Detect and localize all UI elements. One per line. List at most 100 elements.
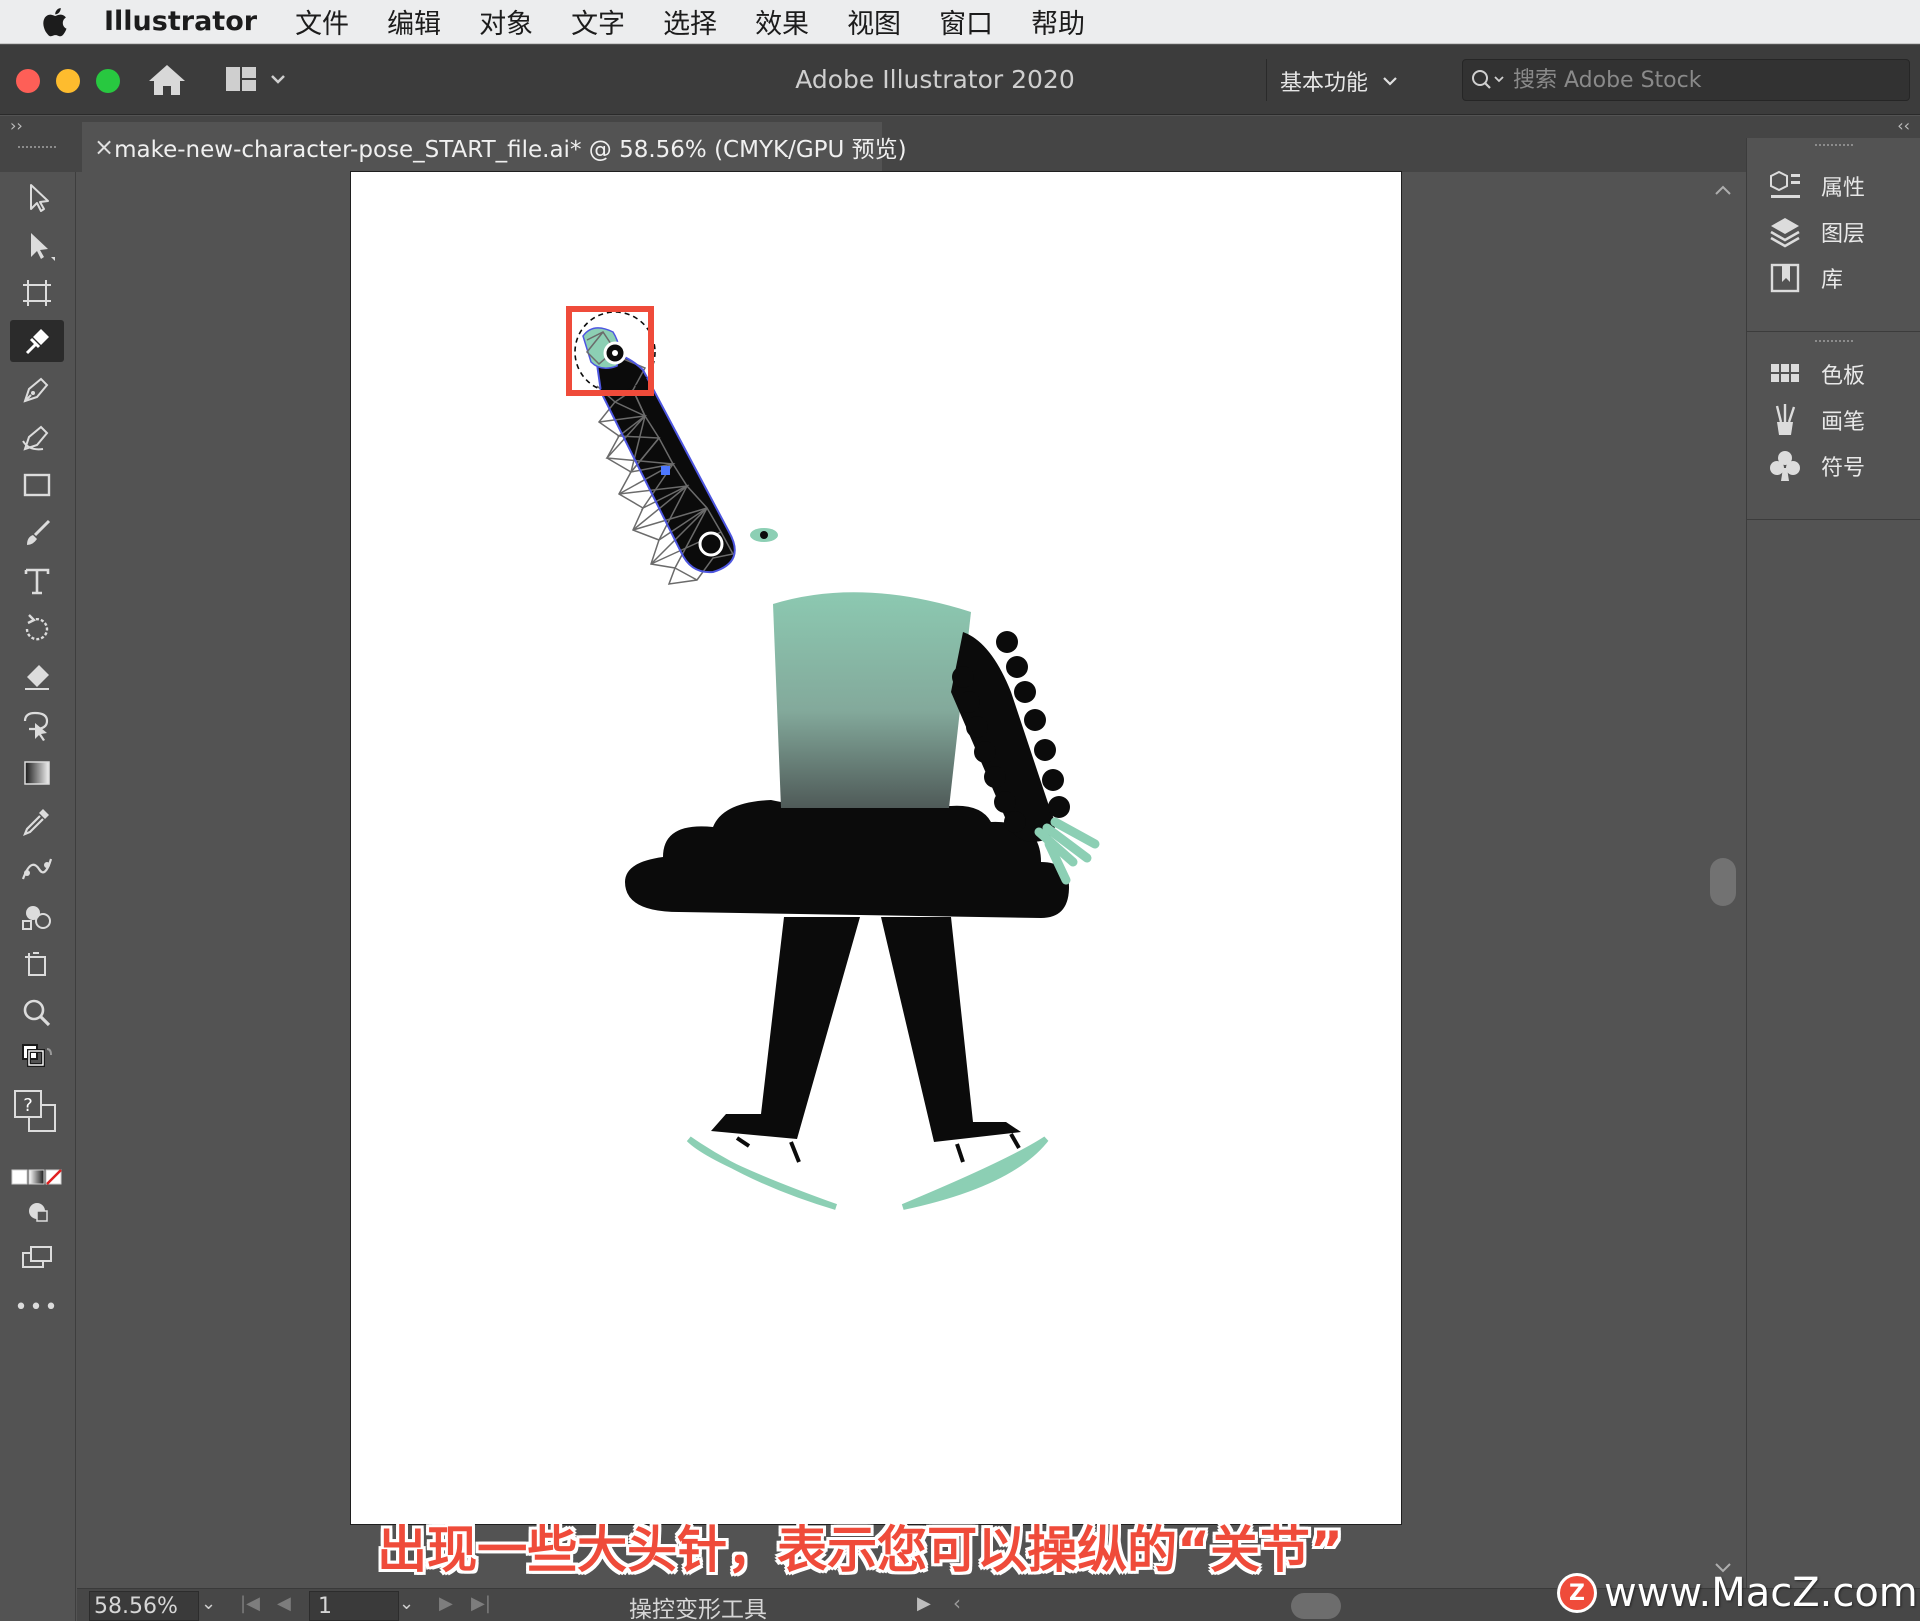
menu-select[interactable]: 选择 (663, 2, 717, 41)
previous-artboard-icon[interactable]: ◀ (277, 1593, 291, 1614)
pin-shoulder[interactable] (698, 531, 724, 557)
left-skate-blade (686, 1136, 838, 1210)
toolbar-grip[interactable] (18, 146, 56, 152)
home-icon[interactable] (145, 61, 189, 99)
document-tab[interactable]: × make-new-character-pose_START_file.ai*… (82, 122, 907, 172)
zoom-tool-icon[interactable] (10, 992, 64, 1034)
swatches-label: 色板 (1821, 364, 1866, 389)
swatches-panel-button[interactable]: 色板 (1767, 352, 1917, 396)
toolbar-collapse-button[interactable]: ›› (10, 116, 23, 135)
zoom-level-field[interactable]: 58.56% (89, 1591, 199, 1621)
layers-icon (1770, 218, 1800, 248)
window-title: Adobe Illustrator 2020 (795, 65, 1075, 94)
anchor-point[interactable] (661, 466, 670, 475)
workspace-label: 基本功能 (1280, 71, 1369, 96)
shape-builder-tool-icon[interactable] (10, 896, 64, 938)
layers-panel-button[interactable]: 图层 (1767, 210, 1917, 254)
menu-help[interactable]: 帮助 (1031, 2, 1085, 41)
libraries-label: 库 (1821, 268, 1844, 293)
scroll-up-icon[interactable] (1714, 184, 1732, 196)
next-artboard-icon[interactable]: ▶ (439, 1593, 453, 1614)
apple-icon[interactable] (36, 4, 72, 40)
tab-close-icon[interactable]: × (94, 133, 114, 161)
document-tab-title: make-new-character-pose_START_file.ai* @… (114, 137, 907, 163)
chevron-down-icon (1383, 77, 1397, 86)
fill-stroke-swap-icon[interactable] (10, 1038, 64, 1080)
menu-type[interactable]: 文字 (571, 2, 625, 41)
zoom-dropdown-chevron-icon[interactable]: ⌄ (201, 1593, 216, 1614)
swatches-icon (1771, 364, 1799, 382)
panel-group-grip[interactable] (1815, 340, 1853, 346)
watermark: Z www.MacZ.com (1560, 1570, 1918, 1616)
symbols-panel-button[interactable]: 符号 (1767, 444, 1917, 488)
eraser-tool-icon[interactable] (10, 656, 64, 698)
properties-panel-button[interactable]: 属性 (1767, 164, 1917, 208)
watermark-logo-icon: Z (1560, 1576, 1594, 1610)
brushes-label: 画笔 (1821, 410, 1866, 435)
artboard-tool-icon[interactable] (10, 272, 64, 314)
eyedropper-tool-icon[interactable] (10, 800, 64, 842)
menu-view[interactable]: 视图 (847, 2, 901, 41)
close-window-button[interactable] (16, 69, 40, 93)
menu-window[interactable]: 窗口 (939, 2, 993, 41)
artboard-dropdown-chevron-icon[interactable]: ⌄ (399, 1593, 414, 1614)
stock-search-input[interactable] (1507, 67, 1909, 93)
artboard-crop-tool-icon[interactable] (10, 944, 64, 986)
current-tool-name[interactable]: 操控变形工具 (629, 1590, 767, 1621)
brushes-panel-button[interactable]: 画笔 (1767, 398, 1917, 442)
unknown-fill-label: ? (23, 1095, 33, 1116)
paintbrush-tool-icon[interactable] (10, 512, 64, 554)
menu-edit[interactable]: 编辑 (387, 2, 441, 41)
app-titlebar: Adobe Illustrator 2020 基本功能 (0, 45, 1920, 115)
gradient-tool-icon[interactable] (10, 752, 64, 794)
zoom-window-button[interactable] (96, 69, 120, 93)
vertical-scrollbar[interactable] (1702, 172, 1744, 1588)
draw-mode-icon[interactable] (10, 1190, 64, 1232)
screen-mode-icon[interactable] (10, 1236, 64, 1278)
rotate-tool-icon[interactable] (10, 608, 64, 650)
artboard-number-field[interactable]: 1 (309, 1591, 399, 1621)
direct-selection-tool-icon[interactable] (10, 224, 64, 266)
more-tools-icon[interactable]: ••• (10, 1286, 64, 1328)
libraries-icon (1770, 263, 1800, 293)
arrange-documents-button[interactable] (224, 63, 290, 97)
panel-collapse-button[interactable]: ‹‹ (1897, 116, 1910, 135)
layers-label: 图层 (1821, 222, 1866, 247)
first-artboard-icon[interactable]: |◀ (240, 1593, 260, 1614)
vertical-scroll-thumb[interactable] (1710, 858, 1736, 906)
menu-object[interactable]: 对象 (479, 2, 533, 41)
pen-tool-icon[interactable] (10, 368, 64, 410)
last-artboard-icon[interactable]: ▶| (471, 1593, 491, 1614)
panel-group-swatches: 色板 画笔 符号 (1747, 334, 1920, 520)
search-icon (1472, 70, 1504, 89)
type-tool-icon[interactable] (10, 560, 64, 602)
stock-search-box[interactable] (1462, 59, 1910, 101)
horizontal-scroll-left-icon[interactable]: ‹ (953, 1591, 961, 1615)
blend-tool-icon[interactable] (10, 848, 64, 890)
minimize-window-button[interactable] (56, 69, 80, 93)
rectangle-tool-icon[interactable] (10, 464, 64, 506)
status-menu-play-icon[interactable]: ▶ (917, 1593, 931, 1614)
selection-tool-icon[interactable] (10, 176, 64, 218)
right-skate-blade (901, 1136, 1049, 1210)
puppet-warp-tool-icon[interactable] (10, 320, 64, 362)
brushes-icon (1775, 404, 1796, 435)
illustrator-window: Illustrator 文件 编辑 对象 文字 选择 效果 视图 窗口 帮助 A… (0, 0, 1920, 1621)
menu-file[interactable]: 文件 (295, 2, 349, 41)
character-artwork[interactable] (351, 172, 1401, 1524)
symbols-icon (1770, 451, 1800, 481)
left-leg (711, 917, 860, 1139)
properties-icon (1770, 170, 1800, 198)
libraries-panel-button[interactable]: 库 (1767, 256, 1917, 300)
app-menu-illustrator[interactable]: Illustrator (104, 6, 257, 37)
panel-group-grip[interactable] (1815, 144, 1853, 150)
curvature-tool-icon[interactable] (10, 416, 64, 458)
menu-effect[interactable]: 效果 (755, 2, 809, 41)
artboard[interactable] (351, 172, 1401, 1524)
canvas-area[interactable] (77, 172, 1743, 1588)
free-transform-tool-icon[interactable] (10, 704, 64, 746)
panel-dock: 属性 图层 库 色板 画笔 符号 (1746, 138, 1920, 1621)
horizontal-scroll-thumb[interactable] (1291, 1593, 1341, 1619)
fill-stroke-unknown-icon[interactable]: ? (10, 1084, 64, 1142)
workspace-switcher[interactable]: 基本功能 (1280, 63, 1430, 99)
